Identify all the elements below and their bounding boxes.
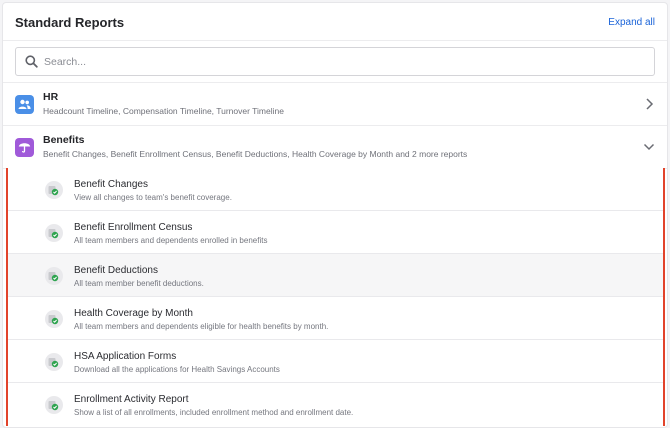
search-icon — [25, 55, 38, 68]
report-text: Health Coverage by Month All team member… — [74, 307, 328, 333]
report-row-benefit-enrollment-census[interactable]: Benefit Enrollment Census All team membe… — [8, 211, 663, 254]
report-title: HSA Application Forms — [74, 351, 177, 362]
report-description: All team member benefit deductions. — [74, 279, 204, 288]
report-text: Enrollment Activity Report Show a list o… — [74, 393, 353, 419]
panel-header: Standard Reports Expand all — [3, 3, 667, 40]
category-benefits[interactable]: Benefits Benefit Changes, Benefit Enroll… — [3, 126, 667, 169]
chevron-down-icon[interactable] — [643, 140, 655, 154]
category-benefits-text: Benefits Benefit Changes, Benefit Enroll… — [43, 134, 467, 160]
report-title: Enrollment Activity Report — [74, 394, 189, 405]
report-icon — [45, 267, 63, 285]
report-row-health-coverage-by-month[interactable]: Health Coverage by Month All team member… — [8, 297, 663, 340]
report-description: All team members and dependents eligible… — [74, 322, 329, 331]
chevron-right-icon[interactable] — [643, 97, 655, 111]
report-row-hsa-application-forms[interactable]: HSA Application Forms Download all the a… — [8, 340, 663, 383]
report-icon — [45, 310, 63, 328]
report-title: Benefit Changes — [74, 179, 148, 190]
report-text: HSA Application Forms Download all the a… — [74, 350, 280, 376]
search-input[interactable] — [44, 55, 604, 68]
report-icon — [45, 353, 63, 371]
category-hr[interactable]: HR Headcount Timeline, Compensation Time… — [3, 83, 667, 126]
search-bar — [3, 40, 667, 83]
category-hr-text: HR Headcount Timeline, Compensation Time… — [43, 91, 284, 117]
report-text: Benefit Enrollment Census All team membe… — [74, 221, 267, 247]
category-title: Benefits — [43, 134, 85, 146]
report-description: Show a list of all enrollments, included… — [74, 408, 354, 417]
category-title: HR — [43, 91, 59, 103]
standard-reports-panel: Standard Reports Expand all HR Hea — [2, 2, 668, 428]
report-title: Benefit Deductions — [74, 265, 158, 276]
report-description: All team members and dependents enrolled… — [74, 236, 268, 245]
search-box[interactable] — [15, 47, 655, 76]
report-title: Health Coverage by Month — [74, 308, 193, 319]
report-icon — [45, 181, 63, 199]
report-icon — [45, 224, 63, 242]
report-row-enrollment-activity-report[interactable]: Enrollment Activity Report Show a list o… — [8, 383, 663, 426]
umbrella-icon — [15, 137, 34, 157]
report-description: View all changes to team's benefit cover… — [74, 193, 232, 202]
report-text: Benefit Deductions All team member benef… — [74, 264, 204, 290]
report-description: Download all the applications for Health… — [74, 365, 280, 374]
expand-all-link[interactable]: Expand all — [608, 15, 655, 28]
report-text: Benefit Changes View all changes to team… — [74, 178, 232, 204]
report-icon — [45, 396, 63, 414]
category-subtitle: Benefit Changes, Benefit Enrollment Cens… — [43, 149, 468, 159]
report-row-benefit-changes[interactable]: Benefit Changes View all changes to team… — [8, 168, 663, 211]
report-row-benefit-deductions[interactable]: Benefit Deductions All team member benef… — [8, 254, 663, 297]
people-icon — [15, 94, 34, 114]
category-subtitle: Headcount Timeline, Compensation Timelin… — [43, 106, 284, 116]
report-title: Benefit Enrollment Census — [74, 222, 193, 233]
page-title: Standard Reports — [15, 15, 125, 30]
